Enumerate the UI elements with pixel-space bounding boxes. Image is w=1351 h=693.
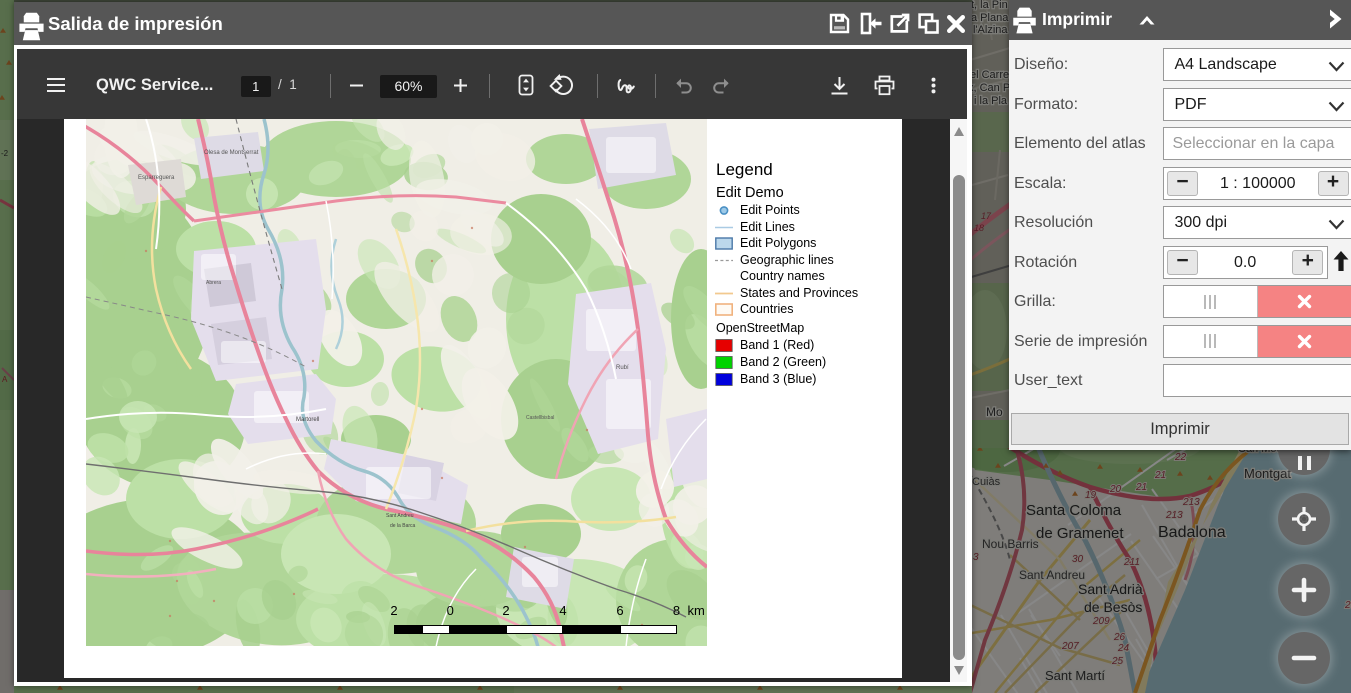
svg-text:Abrera: Abrera bbox=[206, 280, 221, 286]
svg-text:de la Barca: de la Barca bbox=[390, 523, 416, 529]
svg-text:Olesa de Montserrat: Olesa de Montserrat bbox=[204, 150, 259, 156]
svg-text:Sant Andreu: Sant Andreu bbox=[386, 513, 414, 519]
svg-text:Martorell: Martorell bbox=[296, 417, 319, 423]
svg-text:Castellbisbal: Castellbisbal bbox=[526, 415, 554, 421]
svg-text:Rubí: Rubí bbox=[616, 365, 629, 371]
svg-text:Esparreguera: Esparreguera bbox=[138, 175, 175, 181]
